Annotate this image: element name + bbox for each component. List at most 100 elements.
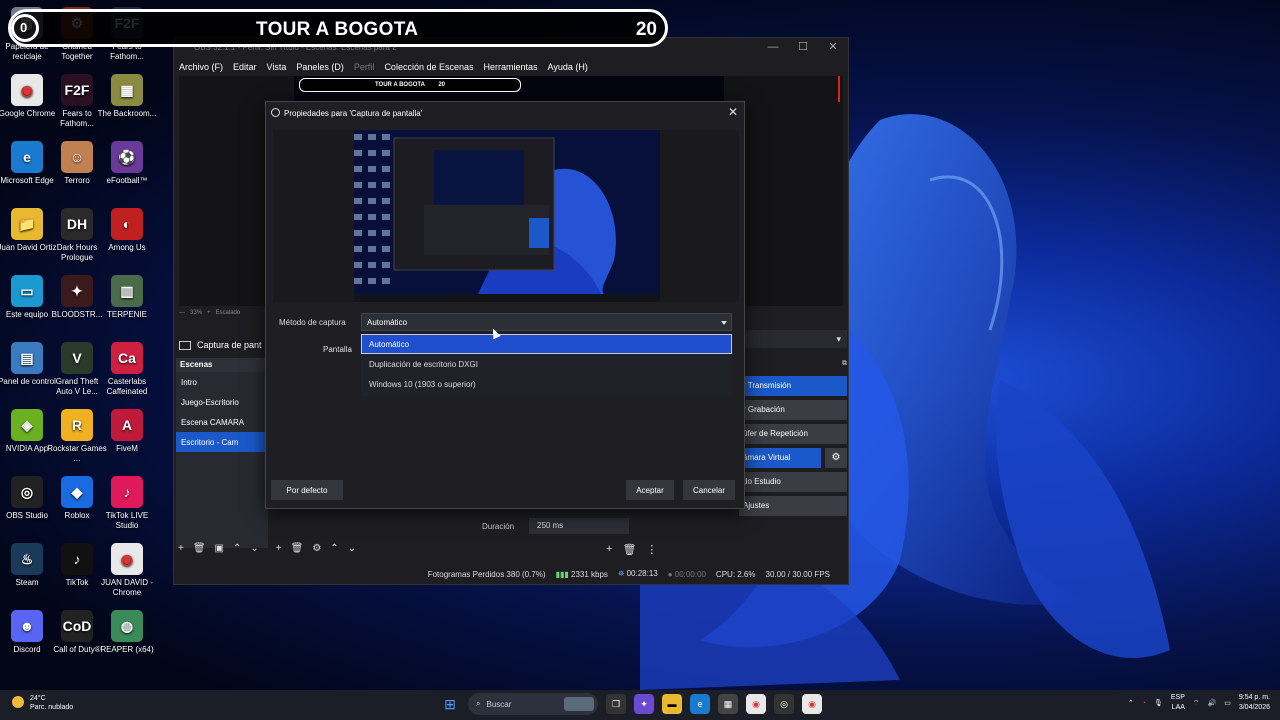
capture-preview [273, 130, 739, 302]
menu-item[interactable]: Vista [267, 62, 287, 72]
app-icon: ◎ [11, 476, 43, 508]
add-source-icon[interactable]: + [276, 543, 282, 554]
dialog-title: Propiedades para 'Captura de pantalla' [284, 108, 423, 118]
control-button[interactable]: Ajustes [739, 496, 847, 516]
capture-method-option[interactable]: Duplicación de escritorio DXGI [361, 354, 732, 374]
preview-source-bound [838, 76, 840, 102]
maximize-icon[interactable]: ☐ [788, 38, 818, 58]
file-explorer-icon[interactable]: ▬ [662, 694, 682, 714]
battery-icon[interactable]: ▭ [1224, 699, 1231, 707]
scene-item[interactable]: Intro [176, 372, 268, 392]
chrome-profile-icon[interactable]: ◉ [802, 694, 822, 714]
control-button[interactable]: r Transmisión [739, 376, 847, 396]
app-icon: A [111, 409, 143, 441]
monitor-icon [179, 340, 191, 350]
control-button[interactable]: úfer de Repetición [739, 424, 847, 444]
taskbar: 24°C Parc. nublado ⊞ ⌕ Buscar ❐ ✦ ▬ e ▦ ◉… [0, 690, 1280, 720]
close-icon[interactable]: ✕ [728, 105, 738, 119]
chevron-up-icon[interactable]: ⌃ [1128, 699, 1134, 707]
trash-icon[interactable]: 🗑 [193, 543, 206, 554]
desktop-icon[interactable]: ◉ JUAN DAVID - Chrome [97, 543, 157, 598]
menu-item[interactable]: Archivo (F) [179, 62, 223, 72]
task-view-icon[interactable]: ❐ [606, 694, 626, 714]
capture-method-select[interactable]: Automático [361, 313, 732, 331]
menu-item[interactable]: Ayuda (H) [548, 62, 588, 72]
desktop-icon[interactable]: ♪ TikTok LIVE Studio [97, 476, 157, 531]
clock[interactable]: 9:54 p. m. 3/04/2026 [1239, 693, 1270, 713]
scene-item[interactable]: Escena CAMARA [176, 412, 268, 432]
copilot-icon[interactable]: ✦ [634, 694, 654, 714]
delete-transition-icon[interactable]: 🗑 [622, 543, 636, 556]
app-icon: DH [61, 208, 93, 240]
language-indicator[interactable]: ESP LAA [1171, 693, 1185, 713]
remove-source-icon[interactable]: 🗑 [291, 543, 304, 554]
control-button[interactable]: ámara Virtual [739, 448, 821, 468]
volume-icon[interactable]: 🔊 [1208, 699, 1217, 707]
microphone-icon[interactable]: 🎙 [1154, 699, 1163, 707]
defaults-button[interactable]: Por defecto [271, 480, 343, 500]
stream-title-overlay: 0 TOUR A BOGOTA 20 [8, 9, 668, 47]
gear-icon[interactable]: ⚙ [312, 543, 321, 554]
duration-field[interactable]: 250 ms [529, 518, 630, 534]
desktop-icon-label: eFootball™ [106, 176, 148, 185]
desktop-icon-label: JUAN DAVID - Chrome [101, 578, 153, 597]
down-icon[interactable]: ⌄ [250, 543, 258, 554]
up-icon[interactable]: ⌃ [233, 543, 241, 554]
menu-item[interactable]: Paneles (D) [296, 62, 344, 72]
add-icon[interactable]: + [178, 543, 184, 554]
zoom-level: 33% [190, 310, 203, 316]
add-transition-icon[interactable]: + [606, 543, 612, 556]
app-icon: ▦ [111, 74, 143, 106]
wifi-icon[interactable]: ⌔ [1193, 699, 1200, 708]
chrome-icon[interactable]: ◉ [746, 694, 766, 714]
taskbar-search[interactable]: ⌕ Buscar [468, 693, 598, 715]
desktop-icon[interactable]: Ca Casterlabs Caffeinated [97, 342, 157, 397]
controls-dock-icon[interactable]: ⧉ [739, 360, 847, 372]
menu-item[interactable]: Perfil [354, 62, 375, 72]
virtual-camera-settings-icon[interactable]: ⚙ [825, 448, 847, 468]
accept-button[interactable]: Aceptar [626, 480, 674, 500]
source-up-icon[interactable]: ⌃ [330, 543, 338, 554]
capture-method-options: Automático Duplicación de escritorio DXGI… [361, 334, 732, 396]
source-dropdown-arrow[interactable]: ▾ [739, 330, 847, 348]
scene-item[interactable]: Escritorio - Cam [176, 432, 268, 452]
minimize-icon[interactable]: — [758, 38, 788, 58]
dropped-frames: Fotogramas Perdidos 380 (0.7%) [427, 569, 546, 579]
desktop-icon[interactable]: ⚽ eFootball™ [97, 141, 157, 186]
cancel-button[interactable]: Cancelar [683, 480, 735, 500]
search-icon: ⌕ [476, 699, 481, 708]
close-icon[interactable]: ✕ [818, 38, 848, 58]
app-icon: ♨ [11, 543, 43, 575]
menu-item[interactable]: Editar [233, 62, 257, 72]
desktop-icon[interactable]: ◐ Among Us [97, 208, 157, 253]
edge-icon[interactable]: e [690, 694, 710, 714]
desktop-icon[interactable]: ▦ The Backroom... [97, 74, 157, 119]
app-icon: R [61, 409, 93, 441]
menu-item[interactable]: Colección de Escenas [384, 62, 473, 72]
app-icon: CoD [61, 610, 93, 642]
desktop-icon[interactable]: A FiveM [97, 409, 157, 454]
recording-time: ⛯ 00:28:13 [617, 569, 658, 578]
desktop-icon[interactable]: ▥ TERPENIE [97, 275, 157, 320]
menu-item[interactable]: Herramientas [484, 62, 538, 72]
store-icon[interactable]: ▦ [718, 694, 738, 714]
obs-taskbar-icon[interactable]: ◎ [774, 694, 794, 714]
desktop-icon-label: Among Us [108, 243, 146, 252]
windows-start-icon[interactable]: ⊞ [440, 694, 460, 714]
scene-item[interactable]: Juego-Escritorio [176, 392, 268, 412]
more-icon[interactable]: ⋮ [646, 543, 657, 556]
control-button[interactable]: do Estudio [739, 472, 847, 492]
filter-icon[interactable]: ▣ [215, 543, 224, 554]
app-icon: ◆ [61, 476, 93, 508]
status-bar: Fotogramas Perdidos 380 (0.7%) ▮▮▮ 2331 … [174, 564, 848, 584]
capture-method-option[interactable]: Automático [361, 334, 732, 354]
source-down-icon[interactable]: ⌄ [348, 543, 356, 554]
tray-app-icon[interactable]: ◔ [1142, 700, 1146, 707]
desktop-icon[interactable]: ◍ REAPER (x64) [97, 610, 157, 655]
weather-widget[interactable]: 24°C Parc. nublado [12, 694, 73, 712]
app-icon: ▭ [11, 275, 43, 307]
preview-title-banner: TOUR A BOGOTA 20 [299, 78, 521, 92]
control-button[interactable]: r Grabación [739, 400, 847, 420]
chevron-down-icon [721, 321, 727, 325]
capture-method-option[interactable]: Windows 10 (1903 o superior) [361, 374, 732, 394]
